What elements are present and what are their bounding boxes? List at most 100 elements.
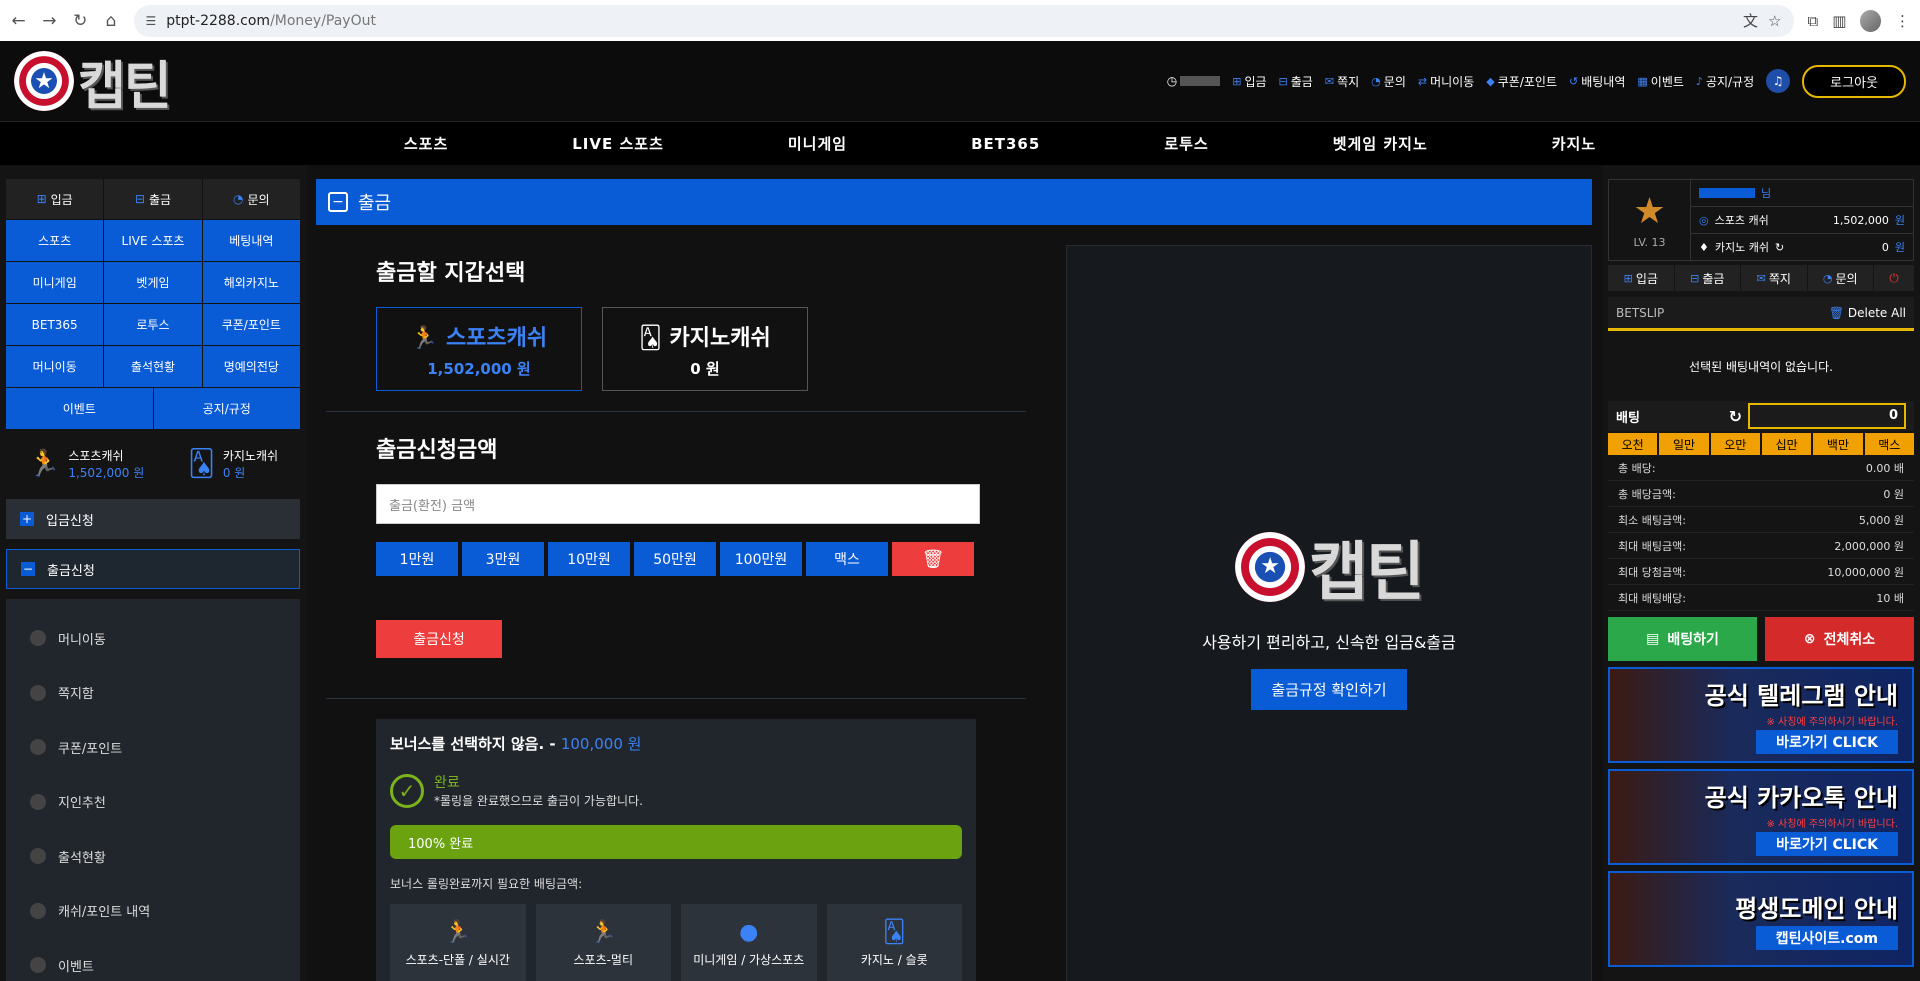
left-deposit-button[interactable]: ⊞ 입금 [6, 179, 104, 219]
quick-max-button[interactable]: 맥스 [806, 542, 888, 576]
withdraw-info-panel: ★ 캡틴 사용하기 편리하고, 신속한 입금&출금 출금규정 확인하기 [1066, 245, 1592, 981]
sub-item-coupon[interactable]: 쿠폰/포인트 [6, 720, 300, 775]
domain-banner[interactable]: 평생도메인 안내 캡틴사이트.com [1608, 871, 1914, 967]
left-inquiry-button[interactable]: ◔ 문의 [202, 179, 300, 219]
left-withdraw-request[interactable]: − 출금신청 [6, 549, 300, 589]
kakaotalk-banner[interactable]: 공식 카카오톡 안내 ※ 사칭에 주의하시기 바랍니다. 바로가기 CLICK [1608, 769, 1914, 865]
sub-item-cash-history[interactable]: 캐쉬/포인트 내역 [6, 884, 300, 939]
sub-item-event[interactable]: 이벤트 [6, 938, 300, 981]
bet-amount-input[interactable]: 0 [1748, 403, 1906, 429]
amount-title: 출금신청금액 [376, 438, 498, 463]
topnav-inquiry[interactable]: ◔ 문의 [1371, 73, 1406, 90]
chip-1m[interactable]: 백만 [1813, 433, 1863, 455]
refresh-icon[interactable]: ↻ [1729, 407, 1742, 426]
casino-cash-label: 카지노 캐쉬 [1714, 241, 1769, 254]
quick-1m-button[interactable]: 100만원 [720, 542, 802, 576]
sub-item-transfer[interactable]: 머니이동 [6, 611, 300, 666]
left-menu-coupon[interactable]: 쿠폰/포인트 [202, 304, 300, 345]
topnav-coupon[interactable]: ◆ 쿠폰/포인트 [1486, 73, 1557, 90]
topnav-message[interactable]: ✉ 쪽지 [1325, 73, 1359, 90]
left-withdraw-button[interactable]: ⊟ 출금 [104, 179, 202, 219]
game-type-label: 스포츠-멀티 [573, 953, 634, 967]
translate-icon[interactable]: 文 [1743, 10, 1758, 31]
logout-button[interactable]: 로그아웃 [1802, 64, 1906, 98]
right-inquiry-button[interactable]: ◔ 문의 [1807, 265, 1873, 291]
chip-100k[interactable]: 십만 [1761, 433, 1812, 455]
right-withdraw-button[interactable]: ⊟ 출금 [1674, 265, 1740, 291]
site-info-icon[interactable]: ☰ [146, 14, 157, 28]
delete-all-button[interactable]: 🗑 Delete All [1829, 306, 1906, 320]
extensions-icon[interactable]: ⧉ [1808, 12, 1819, 30]
clock-icon: ◷ [1166, 74, 1178, 88]
back-icon[interactable]: ← [10, 11, 27, 31]
left-menu-hall-of-fame[interactable]: 명예의전당 [202, 346, 300, 387]
wallet-option-sports[interactable]: 🏃 스포츠캐쉬 1,502,000 원 [376, 307, 582, 391]
clear-amount-button[interactable]: 🗑 [892, 542, 974, 576]
cancel-all-button[interactable]: ⊗ 전체취소 [1765, 617, 1914, 661]
home-icon[interactable]: ⌂ [103, 11, 120, 31]
right-deposit-button[interactable]: ⊞ 입금 [1608, 265, 1674, 291]
menu-icon[interactable]: ⋮ [1895, 12, 1910, 30]
left-menu-notice[interactable]: 공지/규정 [153, 388, 300, 429]
quick-500k-button[interactable]: 50만원 [634, 542, 716, 576]
forward-icon[interactable]: → [41, 11, 58, 31]
collapse-icon[interactable]: − [328, 192, 348, 212]
chip-5k[interactable]: 오천 [1608, 433, 1658, 455]
mainnav-lotus[interactable]: 로투스 [1102, 133, 1270, 154]
refresh-icon[interactable]: ↻ [1775, 241, 1784, 254]
topnav-withdraw[interactable]: ⊟ 출금 [1279, 73, 1313, 90]
topnav-event[interactable]: ▦ 이벤트 [1637, 73, 1684, 90]
left-menu-sports[interactable]: 스포츠 [6, 220, 104, 261]
left-menu-lotus[interactable]: 로투스 [104, 304, 202, 345]
topnav-transfer[interactable]: ⇄ 머니이동 [1418, 73, 1474, 90]
wallet-option-casino[interactable]: 🂡 카지노캐쉬 0 원 [602, 307, 808, 391]
left-menu-event[interactable]: 이벤트 [6, 388, 153, 429]
left-menu-transfer[interactable]: 머니이동 [6, 346, 104, 387]
amount-input[interactable]: 출금(환전) 금액 [376, 484, 980, 524]
left-menu-bet-history[interactable]: 베팅내역 [202, 220, 300, 261]
chip-50k[interactable]: 오만 [1710, 433, 1760, 455]
left-deposit-request[interactable]: + 입금신청 [6, 499, 300, 539]
page-content: ⊞ 입금 ⊟ 출금 ◔ 문의 스포츠 LIVE 스포츠 베팅내역 미니게임 벳게임 해… [0, 165, 1920, 981]
chip-10k[interactable]: 일만 [1659, 433, 1709, 455]
username-blurred [1180, 76, 1221, 86]
mainnav-casino[interactable]: 카지노 [1490, 133, 1658, 154]
power-icon[interactable]: ⏻ [1874, 265, 1914, 291]
right-message-button[interactable]: ✉ 쪽지 [1741, 265, 1807, 291]
diamond-icon: ♦ [1699, 240, 1709, 254]
bonus-title: 보너스를 선택하지 않음. - 100,000 원 [390, 733, 962, 754]
address-bar[interactable]: ☰ ptpt-2288.com /Money/PayOut 文 ☆ [133, 4, 1794, 37]
mainnav-live-sports[interactable]: LIVE 스포츠 [510, 133, 726, 154]
bookmark-star-icon[interactable]: ☆ [1768, 12, 1781, 30]
topnav-deposit[interactable]: ⊞ 입금 [1232, 73, 1266, 90]
sub-item-referral[interactable]: 지인추천 [6, 775, 300, 830]
mainnav-bet365[interactable]: BET365 [909, 135, 1102, 153]
quick-100k-button[interactable]: 10만원 [548, 542, 630, 576]
sports-icon: ◎ [1699, 213, 1709, 227]
reload-icon[interactable]: ↻ [72, 11, 89, 31]
mainnav-sports[interactable]: 스포츠 [342, 133, 510, 154]
sound-icon[interactable]: ♫ [1766, 69, 1791, 93]
sidepanel-icon[interactable]: ▥ [1832, 12, 1846, 30]
left-menu-minigame[interactable]: 미니게임 [6, 262, 104, 303]
left-menu-bet365[interactable]: BET365 [6, 304, 104, 345]
mainnav-betgame-casino[interactable]: 벳게임 카지노 [1271, 133, 1490, 154]
chip-max[interactable]: 맥스 [1864, 433, 1914, 455]
left-menu-attendance[interactable]: 출석현황 [104, 346, 202, 387]
telegram-banner[interactable]: 공식 텔레그램 안내 ※ 사칭에 주의하시기 바랍니다. 바로가기 CLICK [1608, 667, 1914, 763]
mainnav-minigame[interactable]: 미니게임 [726, 133, 909, 154]
site-logo[interactable]: ★ 캡틴 [14, 44, 172, 119]
quick-30k-button[interactable]: 3만원 [462, 542, 544, 576]
left-menu-live-sports[interactable]: LIVE 스포츠 [104, 220, 202, 261]
topnav-bet-history[interactable]: ↺ 배팅내역 [1569, 73, 1625, 90]
sub-item-attendance[interactable]: 출석현황 [6, 829, 300, 884]
withdraw-apply-button[interactable]: 출금신청 [376, 620, 502, 658]
left-menu-betgame[interactable]: 벳게임 [104, 262, 202, 303]
quick-10k-button[interactable]: 1만원 [376, 542, 458, 576]
left-menu-overseas-casino[interactable]: 해외카지노 [202, 262, 300, 303]
place-bet-button[interactable]: ▤ 배팅하기 [1608, 617, 1757, 661]
topnav-notice[interactable]: ♪ 공지/규정 [1696, 73, 1754, 90]
withdraw-rules-button[interactable]: 출금규정 확인하기 [1251, 668, 1407, 710]
profile-avatar[interactable] [1860, 9, 1882, 32]
sub-item-inbox[interactable]: 쪽지함 [6, 666, 300, 721]
